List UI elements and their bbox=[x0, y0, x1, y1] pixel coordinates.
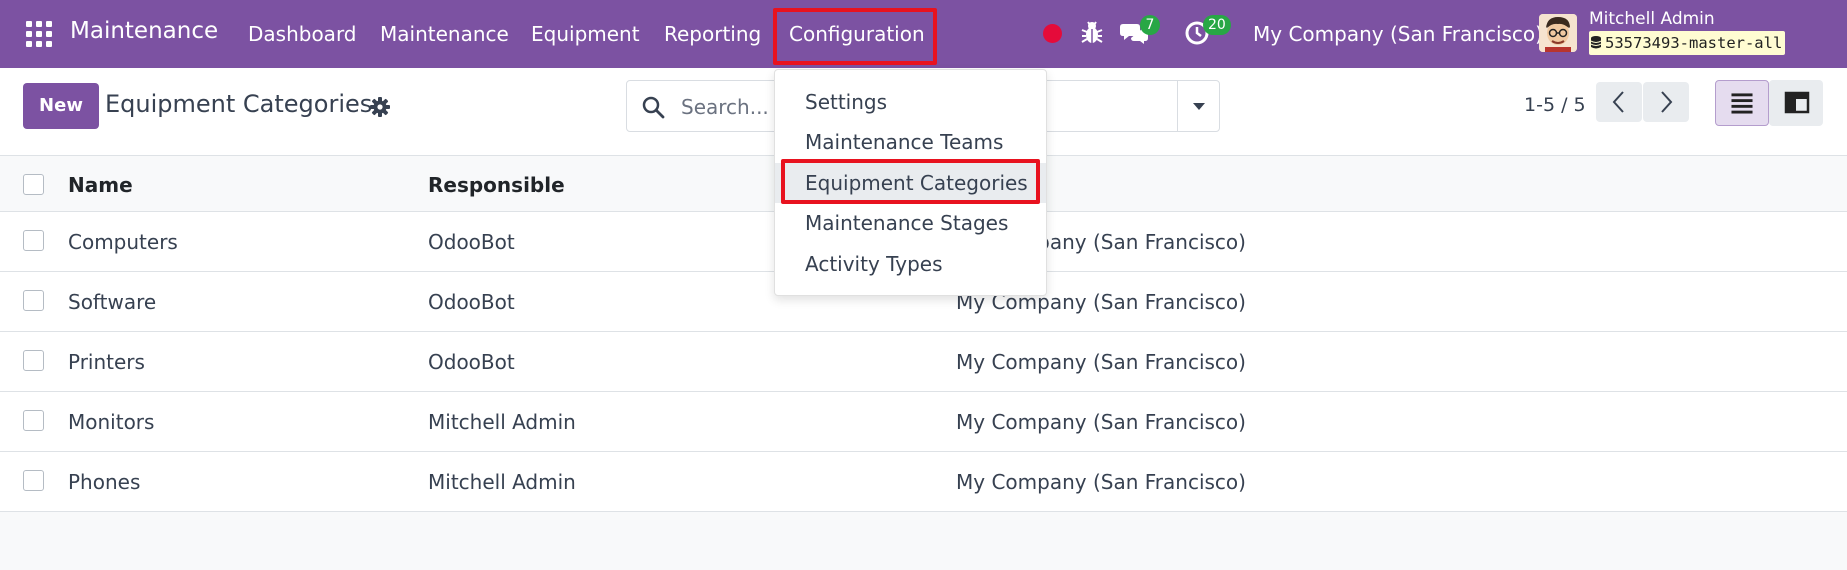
cell-responsible: Mitchell Admin bbox=[428, 410, 576, 434]
debug-bug-icon[interactable] bbox=[1080, 20, 1104, 46]
activities-count-badge: 20 bbox=[1203, 15, 1231, 35]
menu-item-maintenance-teams[interactable]: Maintenance Teams bbox=[775, 122, 1046, 162]
pager-value[interactable]: 1-5 / 5 bbox=[1524, 94, 1586, 116]
row-checkbox[interactable] bbox=[23, 230, 44, 251]
list-view-button[interactable] bbox=[1715, 80, 1769, 126]
search-icon[interactable] bbox=[641, 95, 665, 119]
table-row[interactable]: Monitors Mitchell Admin My Company (San … bbox=[0, 392, 1847, 452]
top-navbar: Maintenance Dashboard Maintenance Equipm… bbox=[0, 0, 1847, 68]
list-view-icon bbox=[1731, 93, 1753, 114]
cell-name: Software bbox=[68, 290, 157, 314]
database-name: 53573493-master-all bbox=[1605, 34, 1783, 52]
app-name[interactable]: Maintenance bbox=[70, 18, 218, 44]
search-options-toggle[interactable] bbox=[1177, 81, 1219, 131]
equipment-categories-highlight-box bbox=[781, 159, 1040, 204]
page-title: Equipment Categories bbox=[105, 90, 373, 118]
cell-company: My Company (San Francisco) bbox=[956, 350, 1246, 374]
menu-maintenance[interactable]: Maintenance bbox=[380, 22, 509, 46]
row-checkbox[interactable] bbox=[23, 290, 44, 311]
user-name[interactable]: Mitchell Admin bbox=[1589, 9, 1715, 29]
cell-company: My Company (San Francisco) bbox=[956, 410, 1246, 434]
menu-item-settings[interactable]: Settings bbox=[775, 82, 1046, 122]
caret-down-icon bbox=[1193, 103, 1205, 110]
cell-name: Printers bbox=[68, 350, 145, 374]
kanban-view-button[interactable] bbox=[1769, 80, 1823, 126]
pager-next-button[interactable] bbox=[1643, 82, 1689, 122]
kanban-view-icon bbox=[1784, 91, 1810, 114]
cell-responsible: OdooBot bbox=[428, 290, 515, 314]
select-all-checkbox[interactable] bbox=[23, 174, 44, 195]
cell-responsible: Mitchell Admin bbox=[428, 470, 576, 494]
menu-equipment[interactable]: Equipment bbox=[531, 22, 640, 46]
apps-menu-icon[interactable] bbox=[26, 21, 52, 47]
database-icon bbox=[1591, 36, 1601, 49]
pager-previous-button[interactable] bbox=[1596, 82, 1642, 122]
configuration-highlight-box bbox=[773, 8, 937, 65]
gear-icon[interactable] bbox=[370, 97, 390, 117]
menu-item-maintenance-stages[interactable]: Maintenance Stages bbox=[775, 203, 1046, 243]
chevron-left-icon bbox=[1612, 91, 1624, 113]
new-button[interactable]: New bbox=[23, 83, 99, 129]
messages-count-badge: 7 bbox=[1140, 15, 1160, 35]
cell-company: My Company (San Francisco) bbox=[956, 470, 1246, 494]
recording-indicator-icon[interactable] bbox=[1043, 24, 1062, 43]
menu-reporting[interactable]: Reporting bbox=[664, 22, 761, 46]
column-header-name[interactable]: Name bbox=[68, 173, 133, 197]
table-row[interactable]: Phones Mitchell Admin My Company (San Fr… bbox=[0, 452, 1847, 512]
row-checkbox[interactable] bbox=[23, 410, 44, 431]
cell-responsible: OdooBot bbox=[428, 230, 515, 254]
column-header-responsible[interactable]: Responsible bbox=[428, 173, 565, 197]
menu-item-activity-types[interactable]: Activity Types bbox=[775, 244, 1046, 284]
chevron-right-icon bbox=[1661, 91, 1673, 113]
row-checkbox[interactable] bbox=[23, 470, 44, 491]
cell-name: Computers bbox=[68, 230, 178, 254]
company-switcher[interactable]: My Company (San Francisco) bbox=[1253, 22, 1543, 46]
user-avatar[interactable] bbox=[1539, 14, 1577, 52]
row-checkbox[interactable] bbox=[23, 350, 44, 371]
cell-responsible: OdooBot bbox=[428, 350, 515, 374]
table-row[interactable]: Printers OdooBot My Company (San Francis… bbox=[0, 332, 1847, 392]
database-badge: 53573493-master-all bbox=[1589, 31, 1786, 55]
cell-name: Monitors bbox=[68, 410, 155, 434]
cell-name: Phones bbox=[68, 470, 141, 494]
menu-dashboard[interactable]: Dashboard bbox=[248, 22, 357, 46]
